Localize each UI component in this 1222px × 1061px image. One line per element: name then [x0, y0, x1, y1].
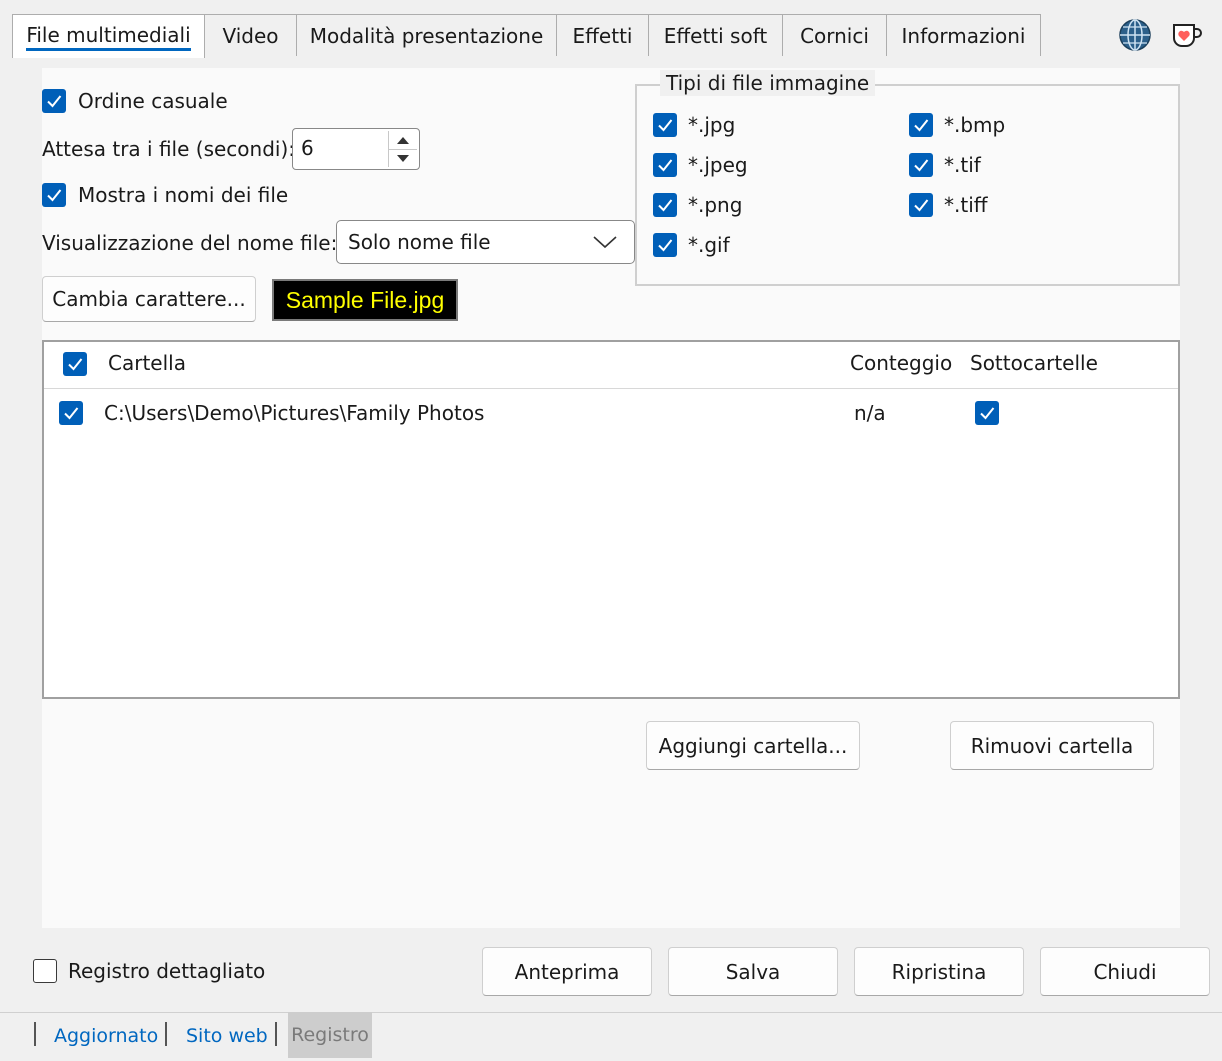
filetype-png-checkbox[interactable] [653, 193, 677, 217]
remove-folder-button[interactable]: Rimuovi cartella [950, 721, 1154, 770]
filetype-gif-label: *.gif [688, 233, 730, 257]
filetype-jpg-checkbox[interactable] [653, 113, 677, 137]
stepper-down-button[interactable] [389, 149, 417, 168]
show-names-checkbox[interactable] [42, 183, 66, 207]
tab-label: Effetti [572, 23, 633, 48]
checkmark-icon [914, 119, 929, 132]
filetype-png-label: *.png [688, 193, 743, 217]
name-display-value: Solo nome file [348, 230, 491, 254]
font-sample-preview: Sample File.jpg [272, 279, 458, 321]
row-checkbox[interactable] [59, 401, 83, 425]
filetype-jpg-label: *.jpg [688, 113, 736, 137]
save-label: Salva [725, 959, 781, 984]
change-font-label: Cambia carattere... [52, 287, 246, 311]
file-types-title: Tipi di file immagine [660, 70, 876, 96]
verbose-log-label: Registro dettagliato [68, 959, 266, 983]
checkmark-icon [658, 239, 673, 252]
checkmark-icon [658, 199, 673, 212]
checkmark-icon [47, 95, 62, 108]
column-header-count[interactable]: Conteggio [850, 350, 952, 376]
globe-icon[interactable] [1118, 18, 1152, 52]
wait-seconds-value: 6 [301, 136, 314, 160]
random-order-label: Ordine casuale [78, 89, 228, 113]
chevron-down-icon [593, 236, 617, 249]
filetype-tiff-label: *.tiff [944, 193, 988, 217]
footer-separator [165, 1022, 167, 1046]
footer-status-bar [0, 1012, 1222, 1061]
column-header-folder[interactable]: Cartella [108, 350, 186, 376]
checkmark-icon [47, 189, 62, 202]
reset-button[interactable]: Ripristina [854, 947, 1024, 996]
reset-label: Ripristina [891, 959, 987, 984]
remove-folder-label: Rimuovi cartella [970, 733, 1134, 758]
filetype-tif-checkbox[interactable] [909, 153, 933, 177]
row-count: n/a [854, 401, 886, 425]
close-button[interactable]: Chiudi [1040, 947, 1210, 996]
filetype-jpeg-checkbox[interactable] [653, 153, 677, 177]
log-button[interactable]: Registro [288, 1012, 372, 1058]
checkmark-icon [914, 199, 929, 212]
filetype-bmp-label: *.bmp [944, 113, 1006, 137]
select-all-folders-checkbox[interactable] [63, 352, 87, 376]
tab-video[interactable]: Video [204, 14, 297, 56]
font-sample-text: Sample File.jpg [285, 286, 445, 313]
coffee-heart-icon[interactable] [1170, 20, 1204, 50]
log-label: Registro [291, 1024, 369, 1046]
change-font-button[interactable]: Cambia carattere... [42, 276, 256, 322]
filetype-jpeg-label: *.jpeg [688, 153, 748, 177]
filetype-bmp-checkbox[interactable] [909, 113, 933, 137]
random-order-checkbox[interactable] [42, 89, 66, 113]
tab-presentation-mode[interactable]: Modalità presentazione [296, 14, 557, 56]
wait-label: Attesa tra i file (secondi): [42, 137, 295, 161]
tab-label: Cornici [800, 23, 869, 48]
verbose-log-checkbox[interactable] [33, 959, 57, 983]
website-link[interactable]: Sito web [186, 1023, 268, 1049]
stepper-arrows [388, 131, 417, 167]
tab-info[interactable]: Informazioni [886, 14, 1041, 56]
tab-label: Video [222, 23, 279, 48]
tab-label: File multimediali [26, 23, 191, 51]
tab-effects[interactable]: Effetti [556, 14, 649, 56]
wait-seconds-stepper[interactable]: 6 [292, 128, 420, 170]
add-folder-label: Aggiungi cartella... [658, 733, 848, 758]
add-folder-button[interactable]: Aggiungi cartella... [646, 721, 860, 770]
checkmark-icon [658, 159, 673, 172]
footer-separator [34, 1022, 36, 1046]
checkmark-icon [658, 119, 673, 132]
preview-button[interactable]: Anteprima [482, 947, 652, 996]
filetype-tif-label: *.tif [944, 153, 981, 177]
tab-media-files[interactable]: File multimediali [12, 14, 205, 58]
filetype-tiff-checkbox[interactable] [909, 193, 933, 217]
tab-frames[interactable]: Cornici [782, 14, 887, 56]
updated-link[interactable]: Aggiornato [54, 1023, 158, 1049]
tab-soft-effects[interactable]: Effetti soft [648, 14, 783, 56]
row-subfolders-checkbox[interactable] [975, 401, 999, 425]
filetype-gif-checkbox[interactable] [653, 233, 677, 257]
triangle-up-icon [397, 137, 409, 144]
checkmark-icon [68, 358, 83, 371]
checkmark-icon [914, 159, 929, 172]
folder-list[interactable] [42, 340, 1180, 699]
tab-label: Informazioni [901, 23, 1026, 48]
show-names-label: Mostra i nomi dei file [78, 183, 289, 207]
footer-separator [275, 1022, 277, 1046]
save-button[interactable]: Salva [668, 947, 838, 996]
checkmark-icon [64, 407, 79, 420]
name-display-select[interactable]: Solo nome file [336, 220, 635, 264]
name-display-label: Visualizzazione del nome file: [42, 231, 338, 255]
tab-strip: File multimediali Video Modalità present… [12, 14, 1041, 58]
stepper-up-button[interactable] [389, 131, 417, 149]
column-header-subfolders[interactable]: Sottocartelle [970, 350, 1098, 376]
preview-label: Anteprima [514, 959, 620, 984]
tab-label: Effetti soft [663, 23, 768, 48]
checkmark-icon [980, 407, 995, 420]
triangle-down-icon [397, 155, 409, 162]
close-label: Chiudi [1093, 959, 1157, 984]
row-folder-path: C:\Users\Demo\Pictures\Family Photos [104, 401, 485, 425]
list-header-divider [44, 388, 1178, 389]
tab-label: Modalità presentazione [309, 23, 544, 48]
